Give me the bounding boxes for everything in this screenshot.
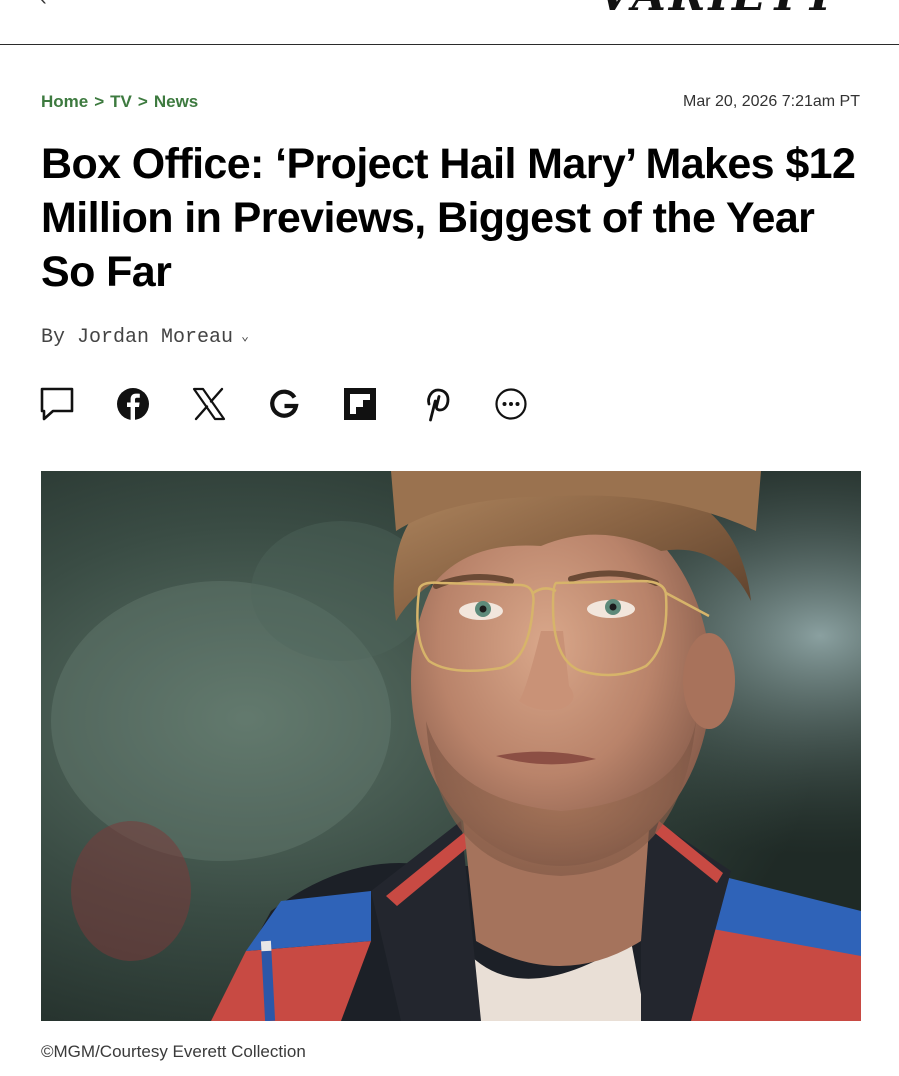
- publish-timestamp: Mar 20, 2026 7:21am PT: [683, 93, 860, 110]
- back-icon[interactable]: ‹: [40, 0, 47, 11]
- google-icon[interactable]: [266, 385, 302, 423]
- flipboard-icon[interactable]: [342, 385, 378, 423]
- hero-image: [41, 471, 861, 1021]
- author-name[interactable]: Jordan Moreau: [77, 326, 233, 349]
- byline-prefix: By: [41, 326, 66, 349]
- breadcrumb-news[interactable]: News: [154, 92, 198, 111]
- more-icon[interactable]: [493, 385, 529, 423]
- article-headline: Box Office: ‘Project Hail Mary’ Makes $1…: [41, 140, 856, 296]
- pinterest-icon[interactable]: [418, 385, 454, 423]
- image-caption: ©MGM/Courtesy Everett Collection: [41, 1042, 306, 1061]
- site-header: ‹ VARIETY: [0, 0, 899, 45]
- breadcrumb: Home > TV > News: [41, 92, 198, 112]
- breadcrumb-separator: >: [94, 92, 105, 111]
- x-icon[interactable]: [191, 385, 227, 423]
- variety-logo[interactable]: VARIETY: [598, 0, 839, 21]
- facebook-icon[interactable]: [115, 385, 151, 423]
- chevron-down-icon[interactable]: ⌄: [241, 329, 249, 344]
- byline[interactable]: By Jordan Moreau ⌄: [41, 326, 249, 349]
- breadcrumb-separator: >: [137, 92, 148, 111]
- breadcrumb-home[interactable]: Home: [41, 92, 88, 111]
- breadcrumb-tv[interactable]: TV: [110, 92, 132, 111]
- comment-icon[interactable]: [39, 385, 75, 423]
